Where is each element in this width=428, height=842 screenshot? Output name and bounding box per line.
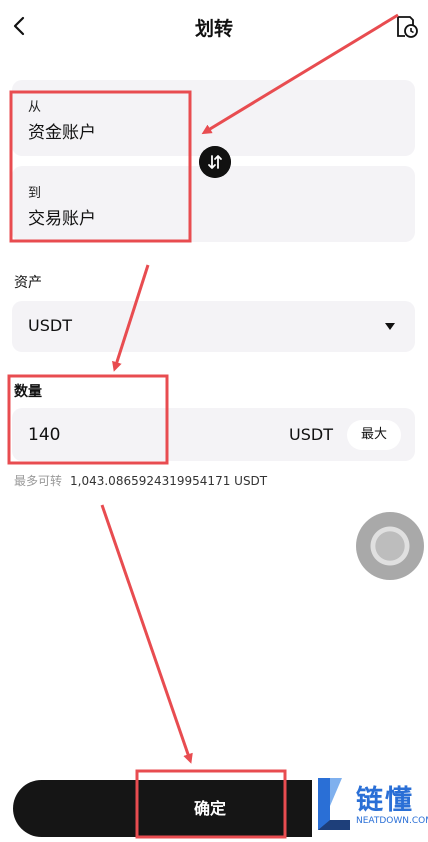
available-balance: 最多可转 1,043.0865924319954171 USDT: [14, 472, 267, 489]
quantity-label: 数量: [14, 384, 42, 400]
watermark-logo: 链懂 NEATDOWN.COM: [312, 770, 428, 842]
max-button[interactable]: 最大: [347, 420, 401, 450]
watermark-text: 链懂: [356, 785, 414, 816]
page-title: 划转: [194, 18, 233, 40]
quantity-input[interactable]: 140: [28, 425, 60, 445]
asset-label: 资产: [14, 275, 42, 291]
history-icon[interactable]: [394, 14, 420, 40]
asset-value: USDT: [28, 316, 72, 335]
assistive-touch-button[interactable]: [356, 512, 424, 580]
caret-down-icon: [385, 323, 395, 330]
watermark-l-icon: [318, 778, 350, 830]
to-account-value: 交易账户: [28, 209, 96, 229]
to-label: 到: [28, 186, 42, 201]
from-label: 从: [28, 100, 42, 115]
from-account-card[interactable]: 从 资金账户: [12, 80, 415, 156]
watermark-subtext: NEATDOWN.COM: [356, 816, 428, 826]
quantity-field[interactable]: 140 USDT 最大: [12, 408, 415, 461]
quantity-unit: USDT: [289, 425, 333, 444]
available-value: 1,043.0865924319954171 USDT: [70, 474, 268, 488]
swap-arrows-icon[interactable]: [199, 146, 231, 178]
annotation-arrow-3: [100, 504, 193, 764]
from-account-value: 资金账户: [28, 123, 96, 143]
asset-select[interactable]: USDT: [12, 301, 415, 352]
top-bar: 划转: [0, 0, 428, 52]
available-label: 最多可转: [14, 474, 63, 488]
